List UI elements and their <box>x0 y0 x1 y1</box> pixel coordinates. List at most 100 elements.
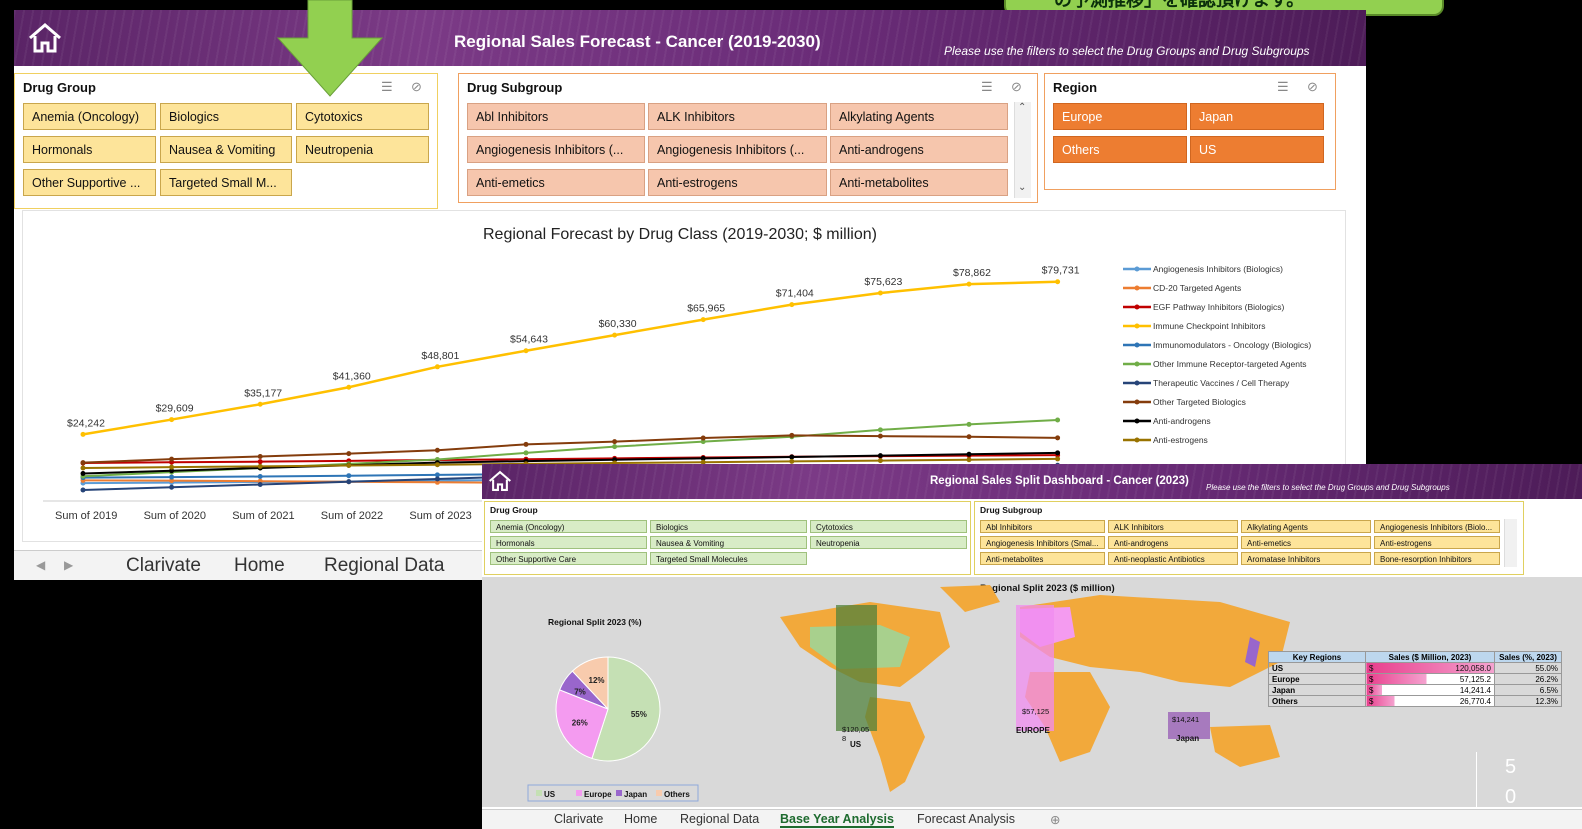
slicer-item[interactable]: Anti-metabolites <box>980 552 1105 565</box>
slicer-item[interactable]: Cytotoxics <box>810 520 967 533</box>
tab-scroll-right-icon[interactable]: ▶ <box>64 558 73 572</box>
data-point <box>257 401 263 407</box>
slicer-header: Drug Group <box>23 80 96 95</box>
slicer-item[interactable]: Anti-emetics <box>1241 536 1371 549</box>
slicer-item[interactable]: Neutropenia <box>296 136 429 163</box>
slicer-item[interactable]: Biologics <box>650 520 807 533</box>
legend-label: EGF Pathway Inhibitors (Biologics) <box>1153 302 1284 312</box>
slicer-item[interactable]: Targeted Small M... <box>160 169 292 196</box>
data-point <box>1055 417 1061 423</box>
slicer-item[interactable]: Angiogenesis Inhibitors (... <box>648 136 827 163</box>
europe-label: EUROPE <box>1016 726 1050 735</box>
tab-clarivate[interactable]: Clarivate <box>126 555 201 577</box>
slicer-item[interactable]: Alkylating Agents <box>830 103 1008 130</box>
slicer-item[interactable]: Neutropenia <box>810 536 967 549</box>
slicer-item[interactable]: Aromatase Inhibitors <box>1241 552 1371 565</box>
tab-forecast-analysis[interactable]: Forecast Analysis <box>917 812 1015 826</box>
data-point <box>612 439 618 445</box>
slicer-item[interactable]: US <box>1190 136 1324 163</box>
slicer-item[interactable]: Anemia (Oncology) <box>490 520 647 533</box>
slicer-item[interactable]: Nausea & Vomiting <box>650 536 807 549</box>
slicer-item[interactable]: Angiogenesis Inhibitors (... <box>467 136 645 163</box>
slicer-item[interactable]: Alkylating Agents <box>1241 520 1371 533</box>
dashboard-banner: Regional Sales Forecast - Cancer (2019-2… <box>14 10 1366 66</box>
data-label: $65,965 <box>687 303 725 315</box>
slicer-item[interactable]: Anti-androgens <box>1108 536 1238 549</box>
home-icon[interactable] <box>28 22 62 54</box>
slicer-item[interactable]: Cytotoxics <box>296 103 429 130</box>
slicer-item[interactable]: Bone-resorption Inhibitors <box>1374 552 1500 565</box>
slicer-scrollbar[interactable]: ⌃ ⌄ <box>1014 102 1031 198</box>
slicer-item[interactable]: Japan <box>1190 103 1324 130</box>
data-point <box>169 464 175 470</box>
table-cell: Europe <box>1268 673 1366 685</box>
data-point <box>346 479 352 485</box>
home-icon[interactable] <box>488 470 512 492</box>
data-point <box>346 473 352 479</box>
tab-regional-data[interactable]: Regional Data <box>680 812 759 826</box>
legend-label: Europe <box>584 790 612 799</box>
slicer-item[interactable]: Angiogenesis Inhibitors (Smal... <box>980 536 1105 549</box>
currency-symbol: $ <box>1369 685 1374 695</box>
data-point <box>1055 450 1061 456</box>
data-label: $54,643 <box>510 334 548 346</box>
tab-home[interactable]: Home <box>624 812 657 826</box>
data-point <box>346 451 352 457</box>
data-point <box>80 460 86 466</box>
tab-scroll-left-icon[interactable]: ◀ <box>36 558 45 572</box>
tab-regional-data[interactable]: Regional Data <box>324 555 444 577</box>
slicer-item[interactable]: Biologics <box>160 103 292 130</box>
slicer-item[interactable]: Hormonals <box>23 136 156 163</box>
clear-filter-icon[interactable]: ⊘ <box>1307 79 1318 95</box>
table-cell: US <box>1268 662 1366 674</box>
clear-filter-icon[interactable]: ⊘ <box>411 79 422 95</box>
slicer-item[interactable]: Angiogenesis Inhibitors (Biolo... <box>1374 520 1500 533</box>
multi-select-icon[interactable]: ☰ <box>981 79 993 95</box>
slicer-item[interactable]: Europe <box>1053 103 1187 130</box>
slicer-scrollbar[interactable] <box>1504 519 1517 567</box>
slicer-item[interactable]: Anti-emetics <box>467 169 645 196</box>
tab-base-year-analysis[interactable]: Base Year Analysis <box>780 812 894 828</box>
add-sheet-icon[interactable]: ⊕ <box>1050 812 1060 827</box>
legend-marker <box>1134 285 1140 291</box>
table-cell: $14,241.4 <box>1365 684 1495 696</box>
data-point <box>257 482 263 487</box>
slicer-item[interactable]: Anti-estrogens <box>648 169 827 196</box>
slicer-item[interactable]: Other Supportive ... <box>23 169 156 196</box>
data-point <box>80 465 86 471</box>
table-row: Japan $14,241.4 6.5% <box>1268 684 1562 696</box>
data-point <box>434 476 440 482</box>
slicer-item[interactable]: Others <box>1053 136 1187 163</box>
slicer-item[interactable]: Other Supportive Care <box>490 552 647 565</box>
legend-label: CD-20 Targeted Agents <box>1153 283 1241 293</box>
slicer-item[interactable]: Abl Inhibitors <box>467 103 645 130</box>
data-point <box>966 421 972 427</box>
tab-clarivate[interactable]: Clarivate <box>554 812 603 826</box>
scroll-down-icon[interactable]: ⌄ <box>1018 182 1026 193</box>
slicer-item[interactable]: ALK Inhibitors <box>1108 520 1238 533</box>
scroll-up-icon[interactable]: ⌃ <box>1018 102 1026 113</box>
legend-marker <box>1134 418 1140 424</box>
slicer-item[interactable]: Anti-metabolites <box>830 169 1008 196</box>
slicer-item[interactable]: Abl Inhibitors <box>980 520 1105 533</box>
tab-home[interactable]: Home <box>234 555 285 577</box>
table-header: Sales ($ Million, 2023) <box>1365 651 1495 663</box>
slicer-item[interactable]: Hormonals <box>490 536 647 549</box>
slicer-item[interactable]: ALK Inhibitors <box>648 103 827 130</box>
slicer-item[interactable]: Anti-neoplastic Antibiotics <box>1108 552 1238 565</box>
filter-hint: Please use the filters to select the Dru… <box>1206 483 1450 492</box>
dashboard-banner: Regional Sales Split Dashboard - Cancer … <box>482 464 1582 499</box>
sales-value: 120,058.0 <box>1455 663 1491 673</box>
slicer-item[interactable]: Nausea & Vomiting <box>160 136 292 163</box>
slicer-item[interactable]: Anti-androgens <box>830 136 1008 163</box>
data-point <box>789 454 795 460</box>
clear-filter-icon[interactable]: ⊘ <box>1011 79 1022 95</box>
slicer-item[interactable]: Anti-estrogens <box>1374 536 1500 549</box>
slicer-item[interactable]: Targeted Small Molecules <box>650 552 807 565</box>
multi-select-icon[interactable]: ☰ <box>1277 79 1289 95</box>
slicer-item[interactable]: Anemia (Oncology) <box>23 103 156 130</box>
pie-slice-label: 7% <box>574 687 586 696</box>
us-label: US <box>850 740 862 749</box>
drug-group-slicer: Drug Group Anemia (Oncology) Biologics C… <box>484 501 971 575</box>
filter-hint: Please use the filters to select the Dru… <box>944 44 1310 58</box>
